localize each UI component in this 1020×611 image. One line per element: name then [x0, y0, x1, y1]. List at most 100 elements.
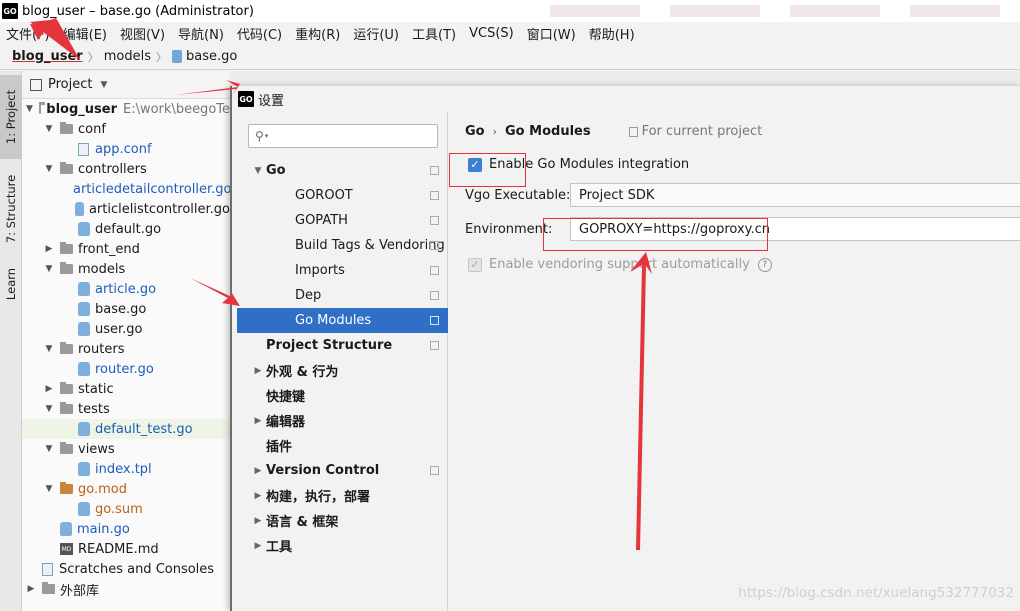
expand-arrow-icon[interactable]: ▼ — [44, 124, 54, 134]
expand-arrow-icon[interactable]: ▼ — [44, 444, 54, 454]
tree-item[interactable]: ▼ models — [22, 259, 230, 279]
expand-arrow-icon[interactable]: ▶ — [252, 466, 264, 476]
settings-nav-item[interactable]: Project Structure — [237, 333, 448, 358]
settings-search-input[interactable]: ⚲ ▾ — [248, 124, 438, 148]
tree-item[interactable]: MD README.md — [22, 539, 230, 559]
watermark: https://blog.csdn.net/xuelang532777032 — [738, 585, 1014, 601]
settings-nav-label: 外观 & 行为 — [266, 365, 339, 380]
settings-nav-item[interactable]: GOROOT — [237, 183, 448, 208]
menu-item-9[interactable]: 窗口(W) — [527, 24, 576, 43]
menu-item-2[interactable]: 视图(V) — [120, 24, 165, 43]
menu-item-8[interactable]: VCS(S) — [469, 26, 514, 41]
enable-go-modules-row[interactable]: ✓ Enable Go Modules integration — [468, 157, 689, 172]
settings-nav-item[interactable]: ▶ 工具 — [237, 533, 448, 558]
settings-nav-item[interactable]: ▼ Go — [237, 158, 448, 183]
settings-nav-item[interactable]: ▶ 编辑器 — [237, 408, 448, 433]
settings-nav-item[interactable]: 快捷键 — [237, 383, 448, 408]
tree-item[interactable]: articledetailcontroller.go — [22, 179, 230, 199]
tree-item-label: app.conf — [95, 141, 152, 157]
tree-item[interactable]: default_test.go — [22, 419, 230, 439]
breadcrumb-file[interactable]: base.go — [186, 49, 237, 64]
tool-tab-learn[interactable]: Learn — [0, 259, 22, 309]
breadcrumb-project[interactable]: blog_user — [12, 49, 83, 64]
tree-item-label: go.mod — [78, 481, 127, 497]
tree-item[interactable]: ▶ static — [22, 379, 230, 399]
expand-arrow-icon[interactable]: ▶ — [252, 366, 264, 376]
tree-item[interactable]: ▶ front_end — [22, 239, 230, 259]
tree-item[interactable]: base.go — [22, 299, 230, 319]
vgo-executable-select[interactable]: Project SDK — [570, 183, 1020, 207]
settings-nav-item[interactable]: ▶ 外观 & 行为 — [237, 358, 448, 383]
tree-item[interactable]: articlelistcontroller.go — [22, 199, 230, 219]
settings-nav-item[interactable]: Imports — [237, 258, 448, 283]
settings-nav-item[interactable]: ▶ 语言 & 框架 — [237, 508, 448, 533]
expand-arrow-icon[interactable]: ▶ — [26, 584, 36, 594]
menu-item-10[interactable]: 帮助(H) — [589, 24, 635, 43]
expand-arrow-icon[interactable]: ▼ — [252, 166, 264, 176]
tool-tab-project[interactable]: 1: Project — [0, 75, 22, 159]
expand-arrow-icon[interactable]: ▶ — [252, 416, 264, 426]
menu-item-6[interactable]: 运行(U) — [353, 24, 399, 43]
chevron-down-icon[interactable]: ▼ — [100, 80, 107, 90]
settings-nav-item[interactable]: GOPATH — [237, 208, 448, 233]
settings-nav-item[interactable]: Dep — [237, 283, 448, 308]
tree-item[interactable]: Scratches and Consoles — [22, 559, 230, 579]
project-view-icon — [30, 78, 42, 91]
help-icon[interactable]: ? — [757, 257, 772, 272]
settings-nav-item[interactable]: 插件 — [237, 433, 448, 458]
go-app-icon: GO — [2, 3, 18, 19]
project-scope-icon — [430, 216, 439, 225]
expand-arrow-icon[interactable]: ▼ — [44, 264, 54, 274]
tree-item[interactable]: main.go — [22, 519, 230, 539]
settings-nav-item[interactable]: ▶ Version Control — [237, 458, 448, 483]
tree-item[interactable]: ▼ tests — [22, 399, 230, 419]
breadcrumb-go-modules: Go Modules — [505, 124, 591, 139]
expand-arrow-icon[interactable]: ▼ — [44, 404, 54, 414]
menu-item-0[interactable]: 文件(F) — [6, 24, 50, 43]
tree-item[interactable]: default.go — [22, 219, 230, 239]
expand-arrow-icon[interactable]: ▶ — [44, 244, 54, 254]
breadcrumb-folder[interactable]: models — [104, 49, 151, 64]
tree-root[interactable]: ▼ blog_user E:\work\beegoTe — [22, 99, 230, 119]
settings-nav-label: 快捷键 — [266, 390, 306, 405]
tree-item[interactable]: ▶ 外部库 — [22, 579, 230, 599]
enable-go-modules-checkbox[interactable]: ✓ — [468, 157, 482, 172]
menu-item-3[interactable]: 导航(N) — [178, 24, 224, 43]
tree-item[interactable]: go.sum — [22, 499, 230, 519]
tree-item[interactable]: article.go — [22, 279, 230, 299]
expand-arrow-icon[interactable]: ▼ — [44, 344, 54, 354]
folder-icon — [60, 382, 73, 394]
expand-arrow-icon[interactable]: ▼ — [26, 104, 33, 114]
menu-item-1[interactable]: 编辑(E) — [63, 24, 107, 43]
expand-arrow-icon[interactable]: ▼ — [44, 484, 54, 494]
expand-arrow-icon[interactable]: ▼ — [44, 164, 54, 174]
tree-item[interactable]: ▼ go.mod — [22, 479, 230, 499]
environment-input[interactable]: GOPROXY=https://goproxy.cn — [570, 217, 1020, 241]
expand-arrow-icon[interactable]: ▶ — [252, 541, 264, 551]
tree-item[interactable]: user.go — [22, 319, 230, 339]
settings-nav-item[interactable]: ▶ 构建，执行，部署 — [237, 483, 448, 508]
tree-item[interactable]: ▼ controllers — [22, 159, 230, 179]
menu-item-5[interactable]: 重构(R) — [295, 24, 340, 43]
tree-item[interactable]: index.tpl — [22, 459, 230, 479]
expand-arrow-icon[interactable]: ▶ — [252, 516, 264, 526]
tree-root-path: E:\work\beegoTe — [123, 101, 230, 117]
tree-item[interactable]: ▼ routers — [22, 339, 230, 359]
settings-nav-item[interactable]: Build Tags & Vendoring — [237, 233, 448, 258]
project-panel-header[interactable]: Project ▼ — [22, 71, 230, 99]
tree-item-label: models — [78, 261, 126, 277]
tree-item[interactable]: router.go — [22, 359, 230, 379]
settings-nav-item[interactable]: Go Modules — [237, 308, 448, 333]
menu-item-7[interactable]: 工具(T) — [412, 24, 456, 43]
expand-arrow-icon[interactable]: ▶ — [44, 384, 54, 394]
tool-tab-structure[interactable]: 7: Structure — [0, 167, 22, 251]
tree-item[interactable]: ▼ conf — [22, 119, 230, 139]
menu-item-4[interactable]: 代码(C) — [237, 24, 282, 43]
tree-root-name: blog_user — [46, 101, 117, 117]
expand-arrow-icon[interactable]: ▶ — [252, 491, 264, 501]
settings-dialog: GO 设置 ⚲ ▾ ▼ Go GOROOT GOPATH Build Tags & Ve… — [230, 86, 1020, 611]
tree-item[interactable]: ▼ views — [22, 439, 230, 459]
config-file-icon — [78, 142, 89, 156]
tree-item[interactable]: app.conf — [22, 139, 230, 159]
tree-item-label: article.go — [95, 281, 157, 297]
